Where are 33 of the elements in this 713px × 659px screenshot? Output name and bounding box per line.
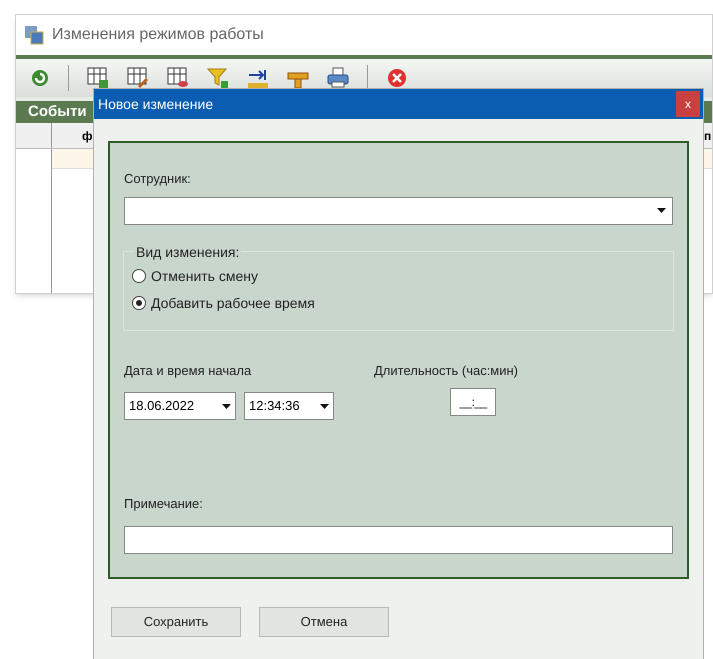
filter-icon[interactable]	[207, 67, 229, 89]
column-header: п	[704, 128, 712, 144]
grid-add-icon[interactable]	[87, 67, 109, 89]
radio-label: Отменить смену	[151, 266, 258, 286]
caret-icon	[320, 404, 329, 408]
tab[interactable]: Событи	[28, 100, 87, 124]
field-label: Дата и время начала	[124, 362, 252, 380]
radio-button[interactable]	[132, 269, 146, 283]
dialog-title: Новое изменение	[98, 94, 214, 114]
close-button[interactable]: x	[676, 91, 700, 117]
window-title: Изменения режимов работы	[52, 25, 264, 45]
date-picker[interactable]: 18.06.2022	[124, 392, 236, 420]
duration-field[interactable]: __:__	[450, 388, 496, 416]
employee-dropdown[interactable]	[124, 196, 673, 224]
grid-edit-icon[interactable]	[127, 67, 149, 89]
cancel-button[interactable]: Отмена	[259, 607, 389, 637]
caret-icon	[657, 208, 666, 213]
grid-delete-icon[interactable]	[167, 67, 189, 89]
time-picker[interactable]: 12:34:36	[244, 392, 334, 420]
app-icon	[24, 25, 44, 45]
field-label: Длительность (час:мин)	[374, 362, 518, 380]
refresh-icon[interactable]	[30, 68, 50, 88]
note-field[interactable]	[124, 526, 673, 554]
field-label: Сотрудник:	[124, 170, 192, 188]
save-button[interactable]: Сохранить	[111, 607, 241, 637]
indent-icon[interactable]	[247, 67, 269, 89]
printer-icon[interactable]	[327, 67, 349, 89]
radio-button[interactable]	[132, 296, 146, 310]
close-icon[interactable]	[386, 67, 408, 89]
caret-icon	[222, 404, 231, 408]
radio-label: Добавить рабочее время	[151, 294, 315, 313]
field-label: Примечание:	[124, 495, 204, 513]
column-header: ф	[82, 128, 92, 144]
